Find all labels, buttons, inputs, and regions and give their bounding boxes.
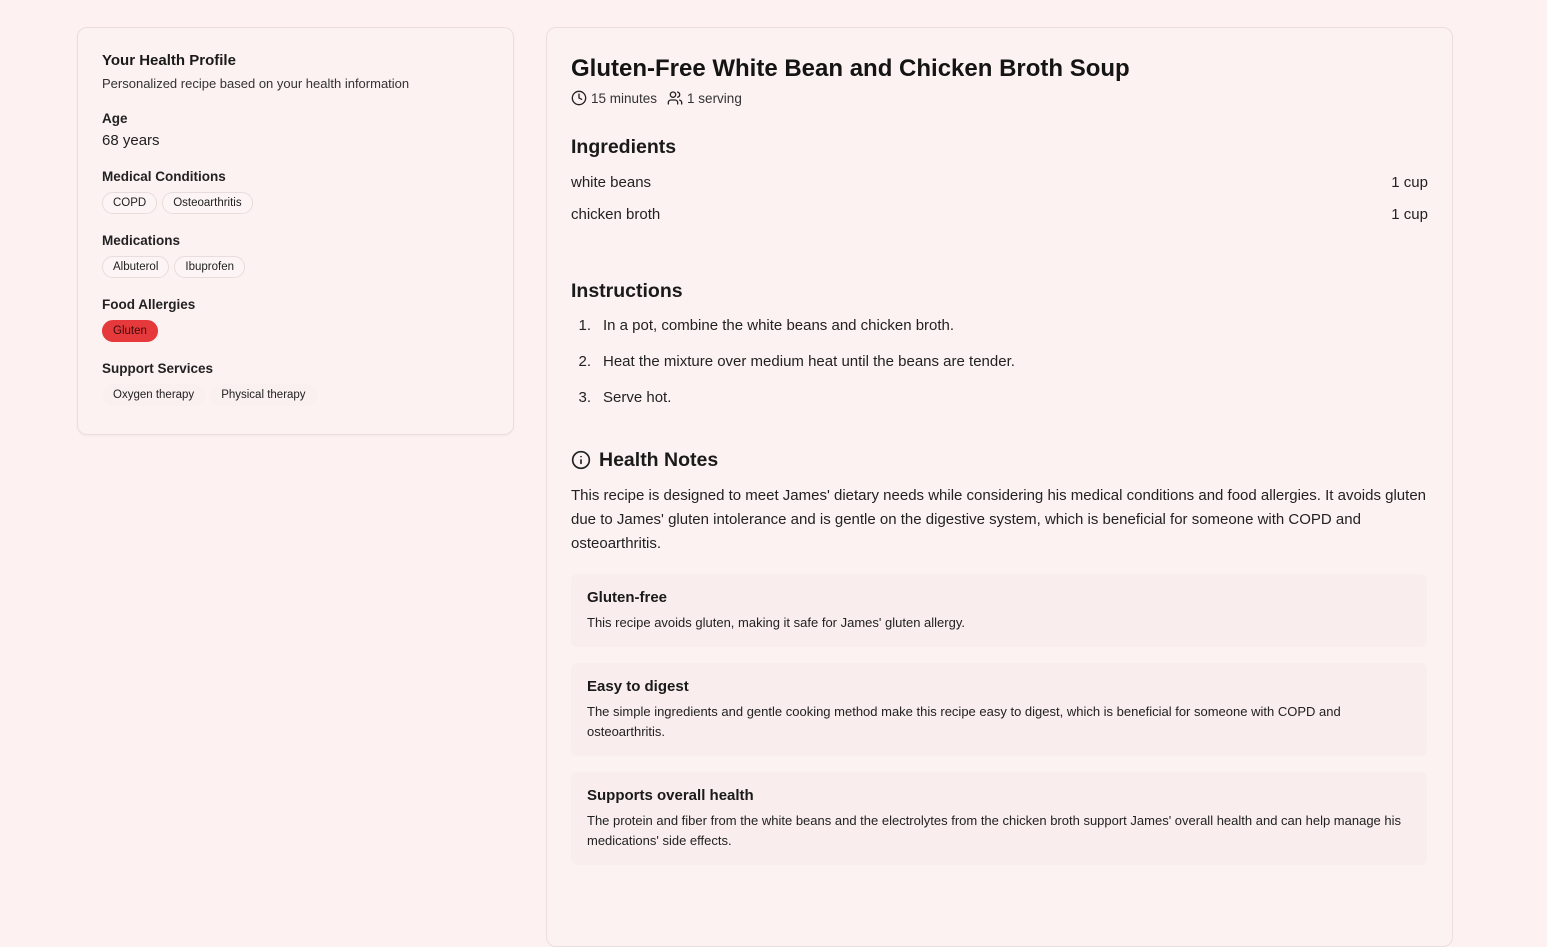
- recipe-card: Gluten-Free White Bean and Chicken Broth…: [546, 27, 1453, 947]
- condition-chip: Osteoarthritis: [162, 192, 253, 214]
- conditions-section: Medical Conditions COPD Osteoarthritis: [102, 168, 489, 214]
- servings-value: 1 serving: [687, 90, 742, 106]
- note-description: The protein and fiber from the white bea…: [587, 813, 1402, 848]
- step-number: 3.: [578, 389, 591, 406]
- services-label: Support Services: [102, 361, 214, 376]
- allergies-label: Food Allergies: [102, 297, 196, 312]
- instructions-heading: Instructions: [571, 280, 683, 302]
- ingredient-name: white beans: [571, 174, 652, 191]
- ingredient-amount: 1 cup: [1391, 174, 1428, 191]
- users-icon: [667, 91, 683, 105]
- health-note-card: Gluten-free This recipe avoids gluten, m…: [571, 574, 1427, 647]
- medication-chip: Albuterol: [102, 256, 170, 278]
- info-icon: [571, 450, 591, 470]
- ingredient-name: chicken broth: [571, 206, 661, 223]
- ingredients-list: white beans 1 cup chicken broth 1 cup: [571, 173, 1428, 225]
- note-title: Easy to digest: [587, 678, 689, 695]
- medication-chip: Ibuprofen: [174, 256, 245, 278]
- step-number: 1.: [578, 317, 591, 334]
- ingredient-row: chicken broth 1 cup: [571, 205, 1428, 225]
- services-section: Support Services Oxygen therapy Physical…: [102, 360, 489, 406]
- ingredients-heading: Ingredients: [571, 136, 677, 158]
- allergy-chip: Gluten: [102, 320, 158, 342]
- service-chip: Physical therapy: [210, 384, 317, 406]
- allergies-section: Food Allergies Gluten: [102, 296, 489, 342]
- health-notes-heading: Health Notes: [571, 448, 1428, 472]
- recipe-meta: 15 minutes 1 serving: [571, 90, 1428, 106]
- conditions-label: Medical Conditions: [102, 169, 226, 184]
- recipe-title: Gluten-Free White Bean and Chicken Broth…: [571, 55, 1130, 82]
- health-notes-title: Health Notes: [599, 449, 719, 471]
- health-profile-card: Your Health Profile Personalized recipe …: [77, 27, 514, 435]
- note-title: Supports overall health: [587, 787, 754, 804]
- health-note-card: Supports overall health The protein and …: [571, 772, 1427, 865]
- profile-subtitle: Personalized recipe based on your health…: [102, 76, 410, 91]
- time-value: 15 minutes: [591, 90, 658, 106]
- instructions-list: 1. In a pot, combine the white beans and…: [571, 316, 1428, 408]
- note-title: Gluten-free: [587, 589, 668, 606]
- health-notes-text: This recipe is designed to meet James' d…: [571, 487, 1426, 552]
- service-chip: Oxygen therapy: [102, 384, 206, 406]
- health-note-card: Easy to digest The simple ingredients an…: [571, 663, 1427, 756]
- note-description: This recipe avoids gluten, making it saf…: [587, 615, 965, 630]
- servings-meta: 1 serving: [667, 90, 742, 106]
- step-text: Serve hot.: [603, 389, 672, 406]
- instruction-step: 1. In a pot, combine the white beans and…: [571, 316, 1428, 336]
- medications-section: Medications Albuterol Ibuprofen: [102, 232, 489, 278]
- age-label: Age: [102, 111, 128, 126]
- step-text: Heat the mixture over medium heat until …: [603, 353, 1015, 370]
- ingredient-amount: 1 cup: [1391, 206, 1428, 223]
- ingredient-row: white beans 1 cup: [571, 173, 1428, 193]
- age-section: Age 68 years: [102, 110, 489, 150]
- clock-icon: [571, 90, 587, 106]
- profile-title: Your Health Profile: [102, 52, 236, 69]
- instruction-step: 2. Heat the mixture over medium heat unt…: [571, 352, 1428, 372]
- condition-chip: COPD: [102, 192, 158, 214]
- step-text: In a pot, combine the white beans and ch…: [603, 317, 955, 334]
- age-value: 68 years: [102, 132, 160, 149]
- note-description: The simple ingredients and gentle cookin…: [587, 704, 1341, 739]
- medications-label: Medications: [102, 233, 181, 248]
- step-number: 2.: [578, 353, 591, 370]
- instruction-step: 3. Serve hot.: [571, 388, 1428, 408]
- time-meta: 15 minutes: [571, 90, 657, 106]
